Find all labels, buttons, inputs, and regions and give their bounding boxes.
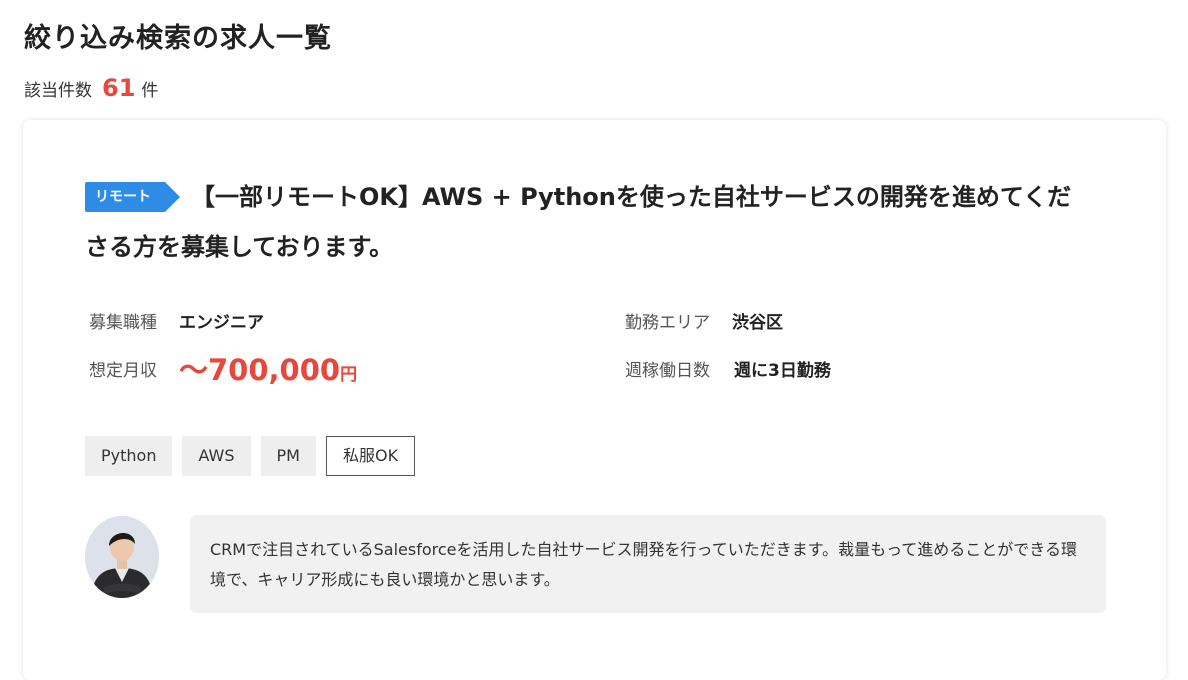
spec-area-label: 勤務エリア bbox=[625, 312, 710, 333]
tag-pm[interactable]: PM bbox=[260, 436, 316, 476]
spec-job-type: 募集職種 エンジニア bbox=[89, 305, 264, 335]
job-card[interactable]: リモート 【一部リモートOK】AWS + Pythonを使った自社サービスの開発を… bbox=[23, 120, 1166, 680]
spec-area-value: 渋谷区 bbox=[732, 312, 783, 333]
person-photo-icon bbox=[85, 516, 159, 598]
spec-work-days-value: 週に3日勤務 bbox=[734, 360, 831, 381]
job-title[interactable]: 【一部リモートOK】AWS + Pythonを使った自社サービスの開発を進めてく… bbox=[85, 183, 1071, 261]
result-count-label: 該当件数 bbox=[24, 81, 92, 101]
remote-badge: リモート bbox=[85, 182, 180, 212]
tag-casual-dress[interactable]: 私服OK bbox=[325, 436, 416, 476]
job-title-line[interactable]: リモート 【一部リモートOK】AWS + Pythonを使った自社サービスの開発を… bbox=[85, 172, 1095, 272]
spec-salary-label: 想定月収 bbox=[89, 360, 157, 381]
spec-salary-value: 〜700,000 bbox=[179, 353, 341, 387]
spec-work-days: 週稼働日数 週に3日勤務 bbox=[625, 353, 831, 383]
recruiter-comment: CRMで注目されているSalesforceを活用した自社サービス開発を行っていた… bbox=[190, 515, 1106, 613]
spec-salary: 想定月収 〜700,000 円 bbox=[89, 353, 358, 387]
page-title: 絞り込み検索の求人一覧 bbox=[24, 23, 332, 54]
result-count-unit: 件 bbox=[141, 81, 159, 101]
result-count: 該当件数 61 件 bbox=[24, 74, 158, 102]
tag-python[interactable]: Python bbox=[85, 436, 173, 476]
spec-job-type-label: 募集職種 bbox=[89, 312, 157, 333]
spec-job-type-value: エンジニア bbox=[179, 312, 264, 333]
spec-work-days-label: 週稼働日数 bbox=[625, 360, 710, 381]
tag-list: Python AWS PM 私服OK bbox=[85, 436, 416, 476]
tag-aws[interactable]: AWS bbox=[182, 436, 251, 476]
spec-salary-unit: 円 bbox=[340, 364, 358, 385]
spec-area: 勤務エリア 渋谷区 bbox=[625, 305, 783, 335]
recruiter-avatar bbox=[85, 516, 159, 598]
result-count-number: 61 bbox=[102, 74, 136, 102]
